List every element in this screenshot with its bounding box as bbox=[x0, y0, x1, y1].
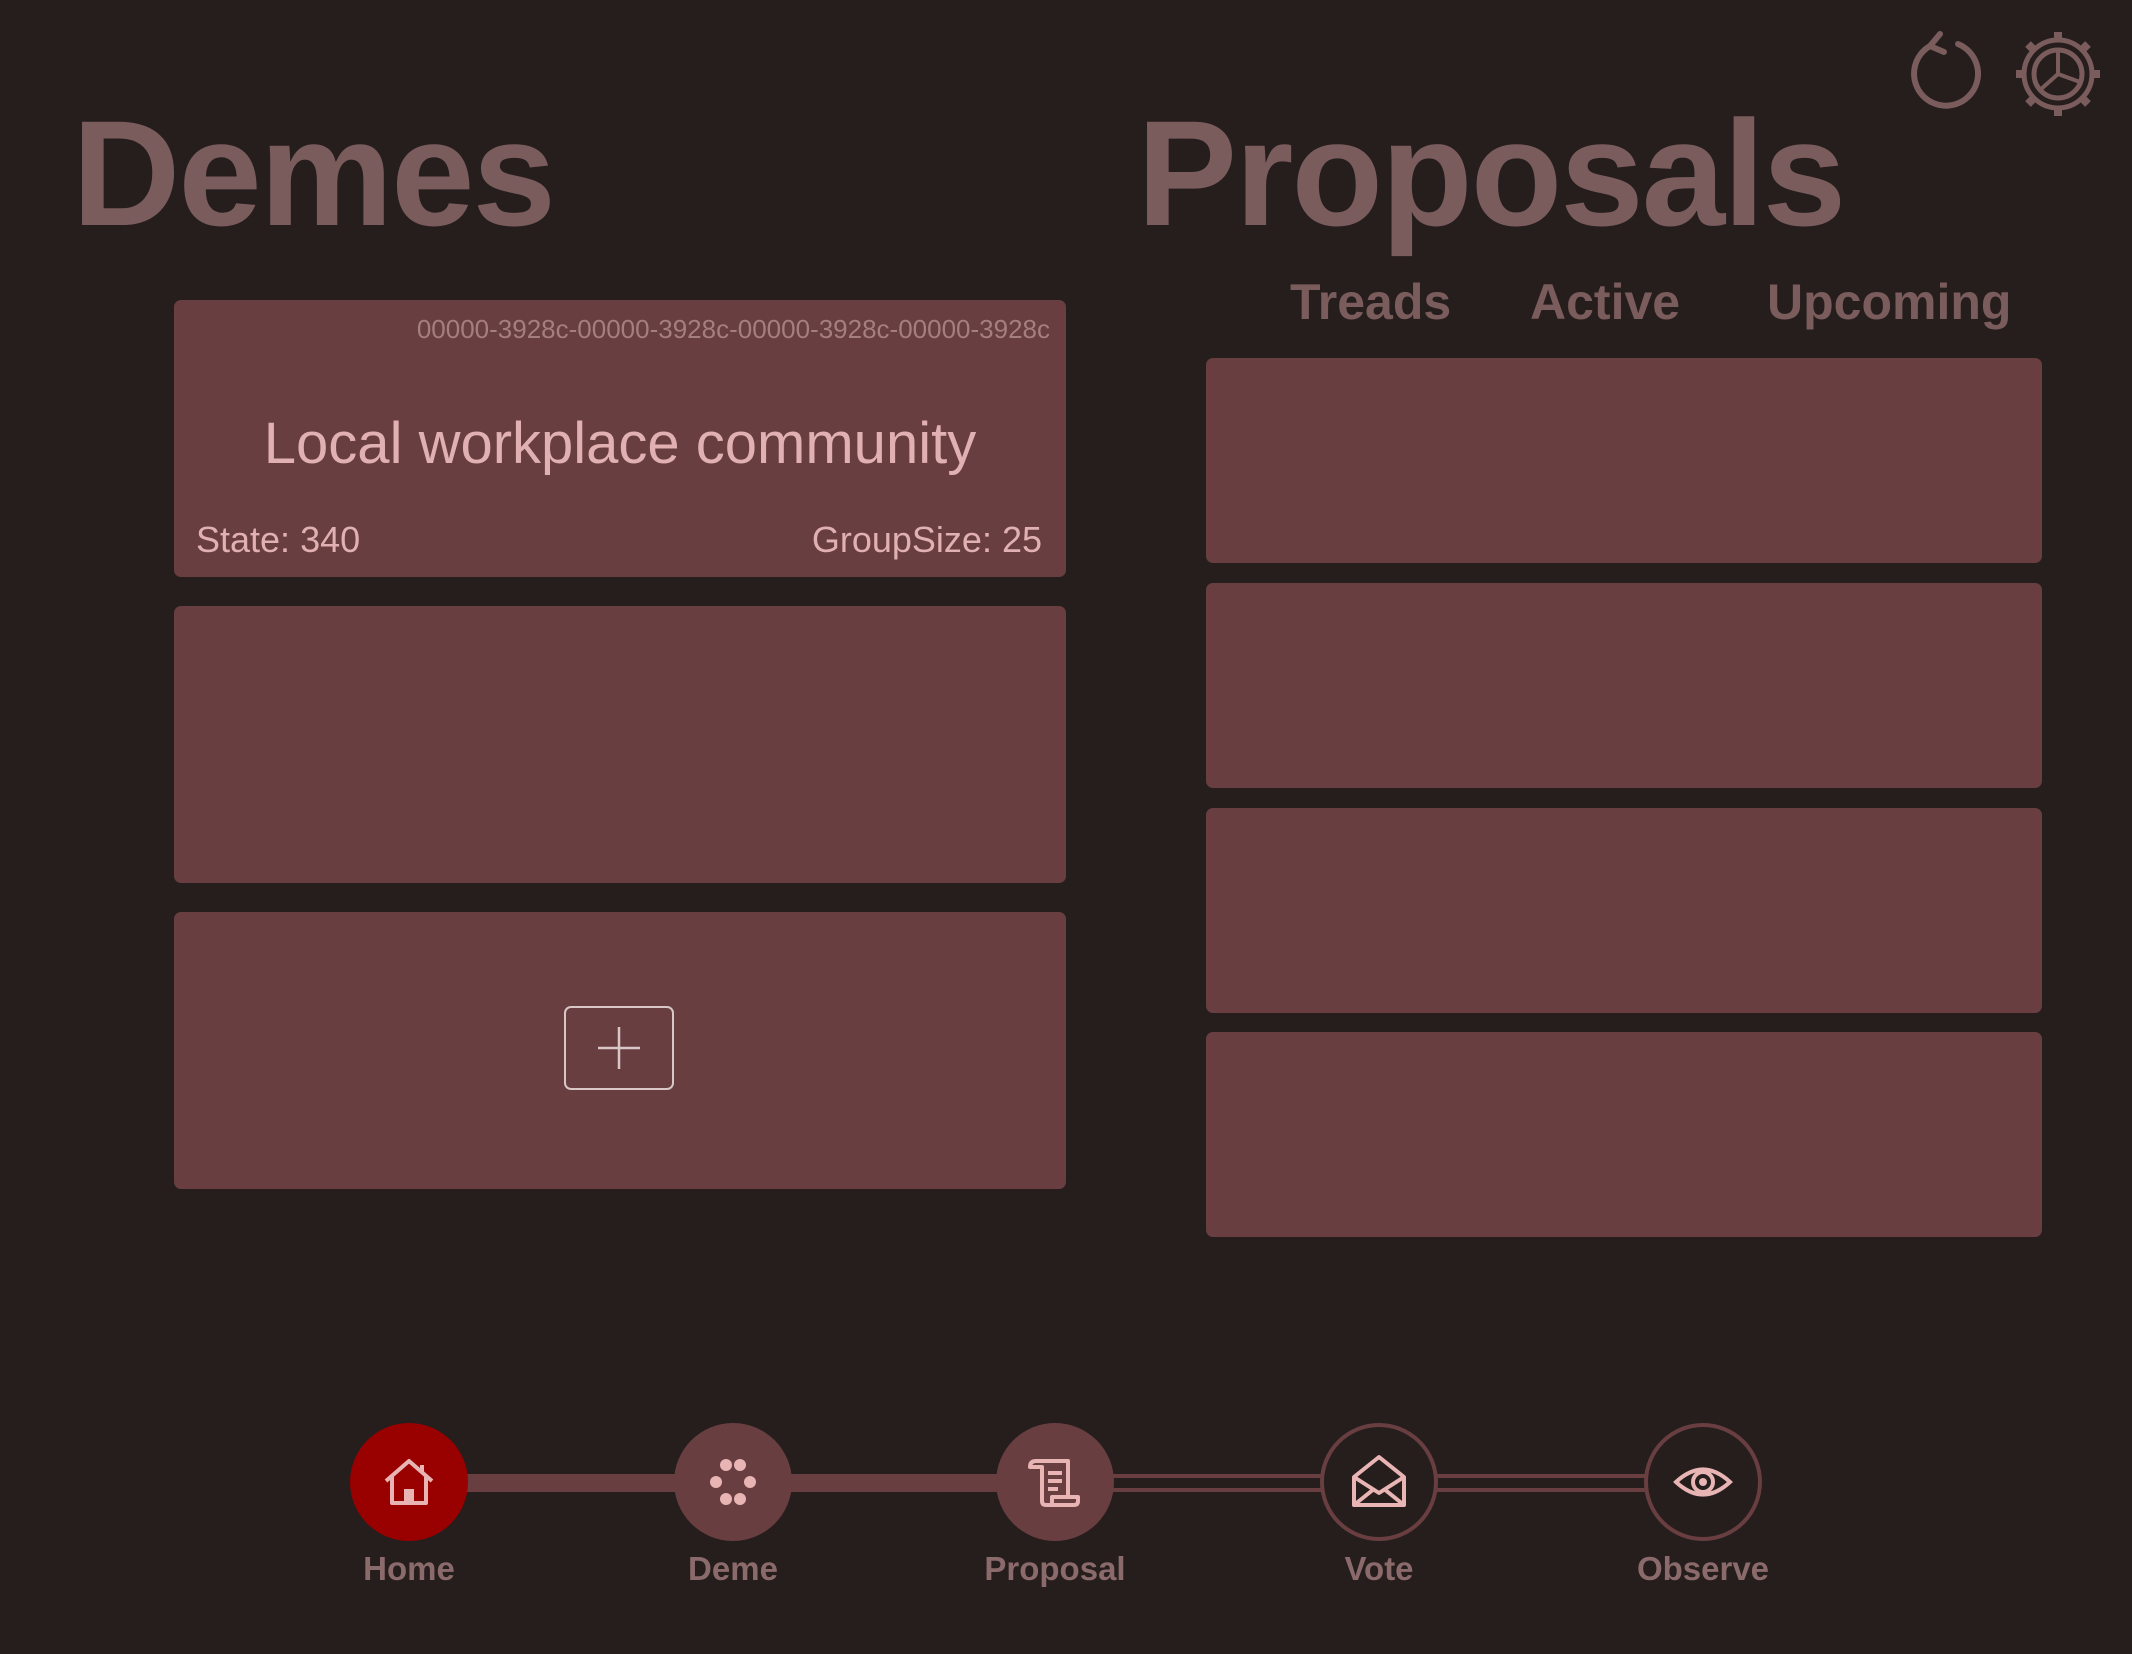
nav-label-observe: Observe bbox=[1636, 1550, 1770, 1587]
proposal-card[interactable] bbox=[1206, 808, 2042, 1013]
deme-state: State: 340 bbox=[196, 519, 361, 560]
deme-id: 00000-3928c-00000-3928c-00000-3928c-0000… bbox=[416, 314, 1050, 344]
settings-button[interactable] bbox=[2010, 26, 2106, 122]
scroll-icon bbox=[1028, 1459, 1080, 1507]
nav-label-deme: Deme bbox=[688, 1550, 778, 1587]
nav-vote-button[interactable] bbox=[1320, 1423, 1438, 1541]
nav-label-home: Home bbox=[363, 1550, 455, 1587]
nav-deme-button[interactable] bbox=[674, 1423, 792, 1541]
deme-group-size: GroupSize: 25 bbox=[811, 519, 1042, 560]
deme-card[interactable]: 00000-3928c-00000-3928c-00000-3928c-0000… bbox=[174, 300, 1066, 577]
proposal-tabs: Treads Active Upcoming bbox=[1270, 272, 2050, 332]
home-icon bbox=[384, 1459, 434, 1505]
nav-connector bbox=[466, 1474, 676, 1492]
demes-title: Demes bbox=[72, 89, 556, 257]
dots-cluster-icon bbox=[710, 1459, 756, 1505]
deme-card-empty[interactable] bbox=[174, 606, 1066, 883]
proposal-card[interactable] bbox=[1206, 583, 2042, 788]
nav-observe-button[interactable] bbox=[1644, 1423, 1762, 1541]
tab-treads[interactable]: Treads bbox=[1290, 272, 1451, 332]
tab-active[interactable]: Active bbox=[1530, 272, 1680, 332]
nav-connector bbox=[788, 1474, 998, 1492]
tab-upcoming[interactable]: Upcoming bbox=[1767, 272, 2011, 332]
nav-label-proposal: Proposal bbox=[984, 1550, 1126, 1587]
nav-home-button[interactable] bbox=[350, 1423, 468, 1541]
nav-connector bbox=[1436, 1474, 1648, 1492]
refresh-button[interactable] bbox=[1900, 26, 1996, 122]
gear-icon bbox=[2016, 32, 2100, 116]
add-deme-card bbox=[174, 912, 1066, 1189]
add-deme-button[interactable] bbox=[564, 1006, 674, 1090]
refresh-icon bbox=[1911, 31, 1982, 109]
nav-label-vote: Vote bbox=[1344, 1550, 1414, 1587]
nav-connector bbox=[1112, 1474, 1322, 1492]
proposal-card[interactable] bbox=[1206, 1032, 2042, 1237]
deme-name: Local workplace community bbox=[263, 411, 977, 476]
plus-icon bbox=[598, 1027, 640, 1069]
envelope-open-icon bbox=[1352, 1455, 1406, 1507]
proposal-card[interactable] bbox=[1206, 358, 2042, 563]
nav-proposal-button[interactable] bbox=[996, 1423, 1114, 1541]
proposals-title: Proposals bbox=[1137, 89, 1846, 257]
eye-icon bbox=[1673, 1467, 1733, 1497]
